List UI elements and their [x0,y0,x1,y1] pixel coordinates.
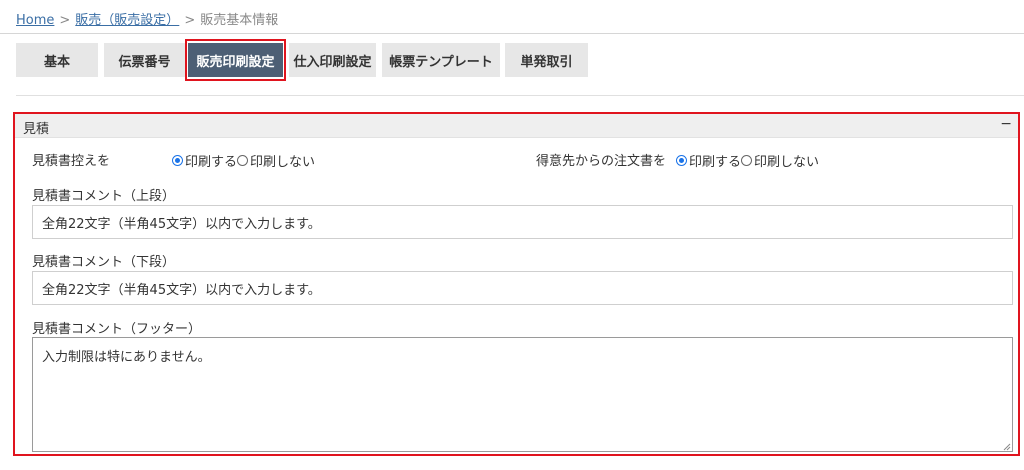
estimate-copy-print-radio[interactable] [172,155,183,166]
tab-basic[interactable]: 基本 [16,43,98,77]
comment-footer-textarea[interactable]: 入力制限は特にありません。 [32,337,1013,452]
breadcrumb-home-link[interactable]: Home [16,13,54,28]
section-divider [16,95,1024,96]
tab-single-transaction[interactable]: 単発取引 [505,43,588,77]
estimate-copy-print-label: 印刷する [185,155,238,170]
comment-upper-input[interactable] [32,205,1013,239]
comment-lower-input[interactable] [32,271,1013,305]
breadcrumb-sales-settings-link[interactable]: 販売（販売設定） [75,13,179,28]
customer-order-label: 得意先からの注文書を [536,154,667,169]
customer-order-print-option[interactable]: 印刷する [676,151,741,170]
tab-form-template[interactable]: 帳票テンプレート [382,43,500,77]
comment-footer-label: 見積書コメント（フッター） [32,322,202,337]
breadcrumb-current: 販売基本情報 [200,13,279,28]
breadcrumb-separator: > [184,13,196,28]
estimate-copy-no-print-option[interactable]: 印刷しない [237,151,315,170]
breadcrumb-separator: > [59,13,71,28]
customer-order-print-radio[interactable] [676,155,687,166]
customer-order-no-print-option[interactable]: 印刷しない [741,151,819,170]
collapse-icon[interactable]: − [1000,116,1012,132]
customer-order-no-print-radio[interactable] [741,155,753,166]
comment-upper-label: 見積書コメント（上段） [32,189,176,204]
customer-order-print-label: 印刷する [689,155,742,170]
estimate-panel: 見積 − 見積書控えを 印刷する 印刷しない 得意先からの注文書を 印刷する 印… [13,112,1020,456]
resize-handle-icon[interactable] [1002,442,1011,451]
tab-slip-number[interactable]: 伝票番号 [104,43,185,77]
estimate-copy-no-print-label: 印刷しない [250,155,316,170]
estimate-copy-radio-group: 印刷する 印刷しない [172,151,315,170]
tab-purchase-print-settings[interactable]: 仕入印刷設定 [289,43,376,77]
estimate-copy-no-print-radio[interactable] [237,155,249,166]
active-tab-highlight [185,39,286,81]
estimate-copy-label: 見積書控えを [32,154,111,169]
top-divider [0,33,1024,34]
estimate-copy-print-option[interactable]: 印刷する [172,151,237,170]
estimate-panel-header[interactable]: 見積 − [15,114,1018,138]
comment-lower-label: 見積書コメント（下段） [32,255,176,270]
breadcrumb: Home > 販売（販売設定） > 販売基本情報 [16,9,278,28]
customer-order-no-print-label: 印刷しない [754,155,820,170]
customer-order-radio-group: 印刷する 印刷しない [676,151,819,170]
estimate-panel-title: 見積 [23,122,50,137]
